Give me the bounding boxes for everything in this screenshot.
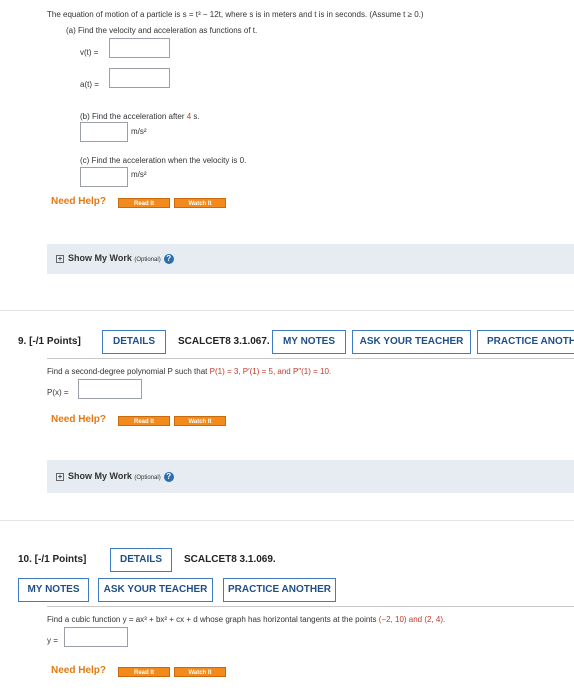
acceleration-input[interactable] <box>109 68 170 88</box>
q10-number: 10. [-/1 Points] <box>18 554 87 565</box>
polynomial-input[interactable] <box>78 379 142 399</box>
q8-part-b: (b) Find the acceleration after 4 s. <box>80 112 200 121</box>
velocity-label: v(t) = <box>80 48 99 57</box>
q10-code: SCALCET8 3.1.069. <box>184 554 276 565</box>
show-work-label: Show My Work <box>68 471 132 481</box>
q10-practice-button[interactable]: PRACTICE ANOTHER <box>223 578 336 602</box>
q8-statement: The equation of motion of a particle is … <box>47 10 424 19</box>
unit-label-b: m/s² <box>131 127 147 136</box>
optional-label: (Optional) <box>134 257 161 263</box>
q10-rule <box>47 606 574 607</box>
q9-conditions: P(1) = 3, P′(1) = 5, and P″(1) = 10. <box>209 367 332 376</box>
watch-it-button[interactable]: Watch It <box>174 416 226 426</box>
q8-part-c: (c) Find the acceleration when the veloc… <box>80 156 247 165</box>
optional-label: (Optional) <box>134 475 161 481</box>
plus-box-icon: + <box>56 254 64 263</box>
question-circle-icon[interactable]: ? <box>163 253 174 264</box>
q9-ask-teacher-button[interactable]: ASK YOUR TEACHER <box>352 330 471 354</box>
q10-statement-text: Find a cubic function y = ax³ + bx² + cx… <box>47 615 377 624</box>
q10-statement: Find a cubic function y = ax³ + bx² + cx… <box>47 615 445 624</box>
acceleration-after-input[interactable] <box>80 122 128 142</box>
q10-ask-teacher-button[interactable]: ASK YOUR TEACHER <box>98 578 213 602</box>
q10-my-notes-button[interactable]: MY NOTES <box>18 578 89 602</box>
need-help-label: Need Help? <box>51 196 107 207</box>
divider <box>0 310 574 311</box>
q8-part-a: (a) Find the velocity and acceleration a… <box>66 26 258 35</box>
q9-statement: Find a second-degree polynomial P such t… <box>47 367 331 376</box>
show-work-label: Show My Work <box>68 253 132 263</box>
watch-it-button[interactable]: Watch It <box>174 198 226 208</box>
p-label: P(x) = <box>47 388 69 397</box>
y-label: y = <box>47 636 58 645</box>
q9-code: SCALCET8 3.1.067. <box>178 336 270 347</box>
show-work-toggle[interactable]: + Show My Work (Optional)? <box>56 253 174 264</box>
need-help-label: Need Help? <box>51 665 107 676</box>
q9-number: 9. [-/1 Points] <box>18 336 81 347</box>
divider <box>0 520 574 521</box>
watch-it-button[interactable]: Watch It <box>174 667 226 677</box>
q9-details-button[interactable]: DETAILS <box>102 330 166 354</box>
show-work-toggle[interactable]: + Show My Work (Optional)? <box>56 471 174 482</box>
need-help-label: Need Help? <box>51 414 107 425</box>
q9-statement-text: Find a second-degree polynomial P such t… <box>47 367 208 376</box>
q9-practice-button[interactable]: PRACTICE ANOTH <box>477 330 574 354</box>
q9-rule <box>47 358 574 359</box>
q8-part-b-value: 4 <box>186 112 192 121</box>
acceleration-label: a(t) = <box>80 80 99 89</box>
read-it-button[interactable]: Read It <box>118 667 170 677</box>
cubic-input[interactable] <box>64 627 128 647</box>
plus-box-icon: + <box>56 472 64 481</box>
unit-label-c: m/s² <box>131 170 147 179</box>
q10-points: (−2, 10) and (2, 4). <box>378 615 446 624</box>
acceleration-zero-velocity-input[interactable] <box>80 167 128 187</box>
q10-details-button[interactable]: DETAILS <box>110 548 172 572</box>
q9-my-notes-button[interactable]: MY NOTES <box>272 330 346 354</box>
velocity-input[interactable] <box>109 38 170 58</box>
question-circle-icon[interactable]: ? <box>163 471 174 482</box>
read-it-button[interactable]: Read It <box>118 198 170 208</box>
read-it-button[interactable]: Read It <box>118 416 170 426</box>
q8-part-b-tail: s. <box>193 112 200 121</box>
q8-part-b-text: (b) Find the acceleration after <box>80 112 185 121</box>
